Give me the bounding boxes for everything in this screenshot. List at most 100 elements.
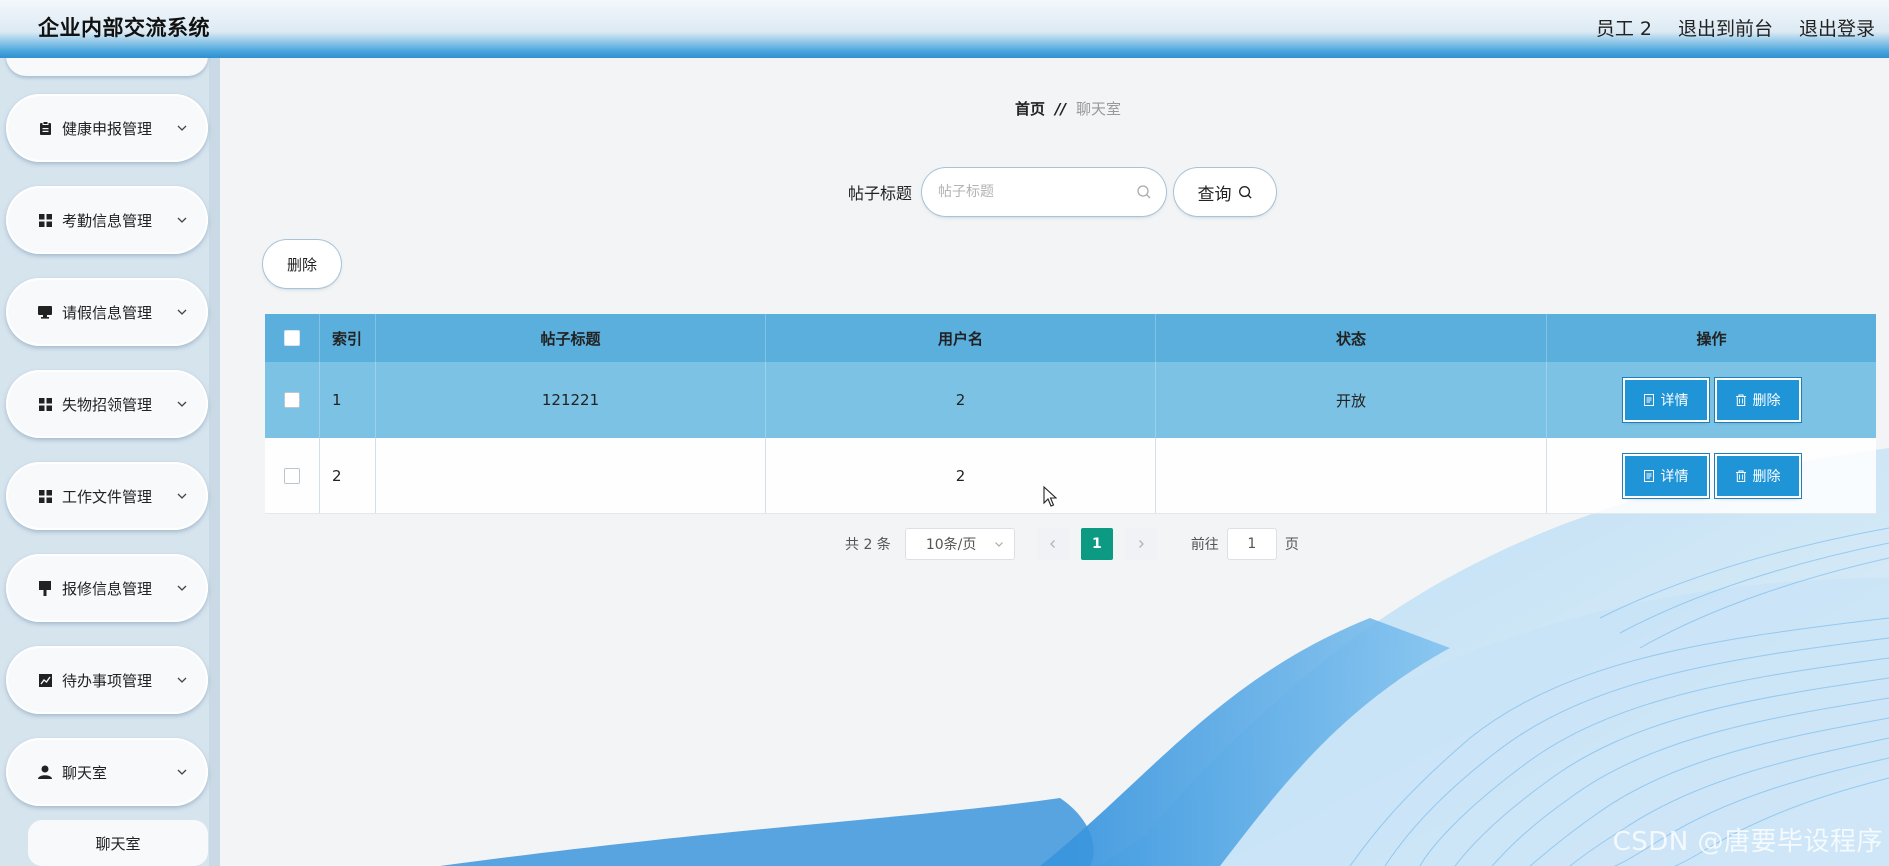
document-icon — [1643, 469, 1654, 482]
app-title: 企业内部交流系统 — [38, 16, 210, 40]
column-header-index: 索引 — [320, 314, 376, 362]
delete-button[interactable]: 删除 — [1716, 380, 1799, 420]
sidebar-item-label: 请假信息管理 — [62, 303, 153, 322]
main-content: 首页 // 聊天室 帖子标题 查询 删除 索引 帖子标题 用户名 状态 操作 1… — [220, 58, 1889, 866]
sidebar-subitem-chatroom[interactable]: 聊天室 — [28, 820, 208, 866]
chevron-down-icon — [177, 309, 187, 315]
chevron-down-icon — [177, 217, 187, 223]
cell-index: 1 — [320, 362, 376, 438]
sidebar-scroll-strip[interactable] — [209, 58, 220, 866]
watermark-text: CSDN @唐要毕设程序 — [1612, 827, 1883, 857]
table-row[interactable]: 2 2 详情 删除 — [265, 438, 1876, 514]
sidebar-item-label: 失物招领管理 — [62, 395, 153, 414]
next-page-button[interactable] — [1124, 528, 1157, 560]
pagination-total: 共 2 条 — [845, 537, 891, 553]
search-box — [924, 170, 1165, 214]
brush-icon — [36, 580, 54, 596]
breadcrumb-home[interactable]: 首页 — [1015, 98, 1045, 119]
detail-button[interactable]: 详情 — [1624, 380, 1707, 420]
sidebar-item-partial[interactable] — [6, 58, 208, 76]
document-icon — [1643, 394, 1654, 406]
sidebar-item-label: 工作文件管理 — [62, 487, 153, 506]
grid-icon — [36, 213, 54, 227]
chevron-down-icon — [177, 769, 187, 775]
chart-icon — [36, 673, 54, 687]
search-label: 帖子标题 — [848, 184, 913, 203]
page-size-select[interactable]: 10条/页 — [904, 528, 1015, 560]
sidebar-item-label: 待办事项管理 — [62, 671, 153, 690]
page-number-active[interactable]: 1 — [1080, 528, 1113, 560]
sidebar-item-work-files[interactable]: 工作文件管理 — [6, 462, 208, 530]
sidebar-item-chatroom[interactable]: 聊天室 — [6, 738, 208, 806]
bulk-delete-button[interactable]: 删除 — [265, 242, 339, 286]
pagination: 共 2 条 10条/页 1 前往 页 — [845, 528, 1299, 560]
search-icon — [1137, 185, 1151, 199]
sidebar-item-health-report[interactable]: 健康申报管理 — [6, 94, 208, 162]
trash-icon — [1735, 470, 1746, 482]
cell-actions: 详情 删除 — [1547, 438, 1876, 513]
sidebar-item-repair[interactable]: 报修信息管理 — [6, 554, 208, 622]
logout-link[interactable]: 退出登录 — [1799, 14, 1875, 41]
row-checkbox-cell — [265, 438, 320, 513]
breadcrumb-separator: // — [1055, 99, 1066, 118]
sidebar-item-label: 考勤信息管理 — [62, 211, 153, 230]
row-checkbox[interactable] — [284, 467, 300, 484]
goto-prefix: 前往 — [1190, 537, 1219, 553]
monitor-icon — [36, 305, 54, 319]
sidebar-item-attendance[interactable]: 考勤信息管理 — [6, 186, 208, 254]
delete-button-label: 删除 — [1752, 393, 1781, 409]
grid-icon — [36, 489, 54, 503]
sidebar-item-leave[interactable]: 请假信息管理 — [6, 278, 208, 346]
detail-button-label: 详情 — [1660, 468, 1689, 485]
delete-button[interactable]: 删除 — [1716, 455, 1799, 496]
cell-username: 2 — [766, 362, 1156, 438]
user-name-link[interactable]: 员工 2 — [1596, 14, 1652, 41]
exit-to-front-link[interactable]: 退出到前台 — [1678, 14, 1773, 41]
column-header-username: 用户名 — [766, 314, 1156, 362]
delete-button-label: 删除 — [1752, 468, 1781, 485]
chevron-down-icon — [177, 585, 187, 591]
cell-actions: 详情 删除 — [1547, 362, 1876, 438]
cell-title — [376, 438, 766, 513]
chevron-down-icon — [994, 542, 1003, 547]
sidebar-item-label: 聊天室 — [62, 763, 108, 782]
grid-icon — [36, 397, 54, 411]
trash-icon — [1735, 394, 1746, 406]
chevron-down-icon — [177, 401, 187, 407]
sidebar: 健康申报管理 考勤信息管理 请假信息管理 失物招领管理 工作文件管理 报修信息管… — [0, 58, 220, 866]
cell-title: 121221 — [376, 362, 766, 438]
chevron-down-icon — [177, 125, 187, 131]
page-size-value: 10条/页 — [925, 537, 977, 553]
breadcrumb-current: 聊天室 — [1075, 100, 1121, 118]
post-title-search-input[interactable] — [938, 178, 1129, 206]
cell-username: 2 — [766, 438, 1156, 513]
query-button-label: 查询 — [1197, 184, 1232, 205]
chevron-right-icon — [1138, 540, 1144, 548]
prev-page-button[interactable] — [1036, 528, 1069, 560]
chevron-down-icon — [177, 677, 187, 683]
cell-status: 开放 — [1156, 362, 1547, 438]
goto-page-input[interactable] — [1226, 528, 1277, 560]
column-header-status: 状态 — [1156, 314, 1547, 362]
search-row: 帖子标题 查询 — [848, 170, 1275, 214]
sidebar-item-label: 报修信息管理 — [62, 579, 153, 598]
goto-suffix: 页 — [1284, 537, 1299, 553]
select-all-checkbox[interactable] — [284, 330, 300, 346]
row-checkbox-cell — [265, 362, 320, 438]
posts-table: 索引 帖子标题 用户名 状态 操作 1 121221 2 开放 详情 删除 2 … — [265, 314, 1876, 514]
row-checkbox[interactable] — [284, 392, 300, 408]
query-button[interactable]: 查询 — [1176, 170, 1275, 214]
header-checkbox-cell — [265, 314, 320, 362]
column-header-title: 帖子标题 — [376, 314, 766, 362]
table-row[interactable]: 1 121221 2 开放 详情 删除 — [265, 362, 1876, 438]
header-links: 员工 2 退出到前台 退出登录 — [1596, 14, 1875, 41]
table-header-row: 索引 帖子标题 用户名 状态 操作 — [265, 314, 1876, 362]
detail-button[interactable]: 详情 — [1624, 455, 1707, 496]
sidebar-item-label: 健康申报管理 — [62, 119, 153, 138]
top-header: 企业内部交流系统 员工 2 退出到前台 退出登录 — [0, 0, 1889, 58]
cell-status — [1156, 438, 1547, 513]
sidebar-item-lost-found[interactable]: 失物招领管理 — [6, 370, 208, 438]
sidebar-item-todo[interactable]: 待办事项管理 — [6, 646, 208, 714]
mouse-cursor-icon — [1043, 486, 1057, 507]
chevron-down-icon — [177, 493, 187, 499]
